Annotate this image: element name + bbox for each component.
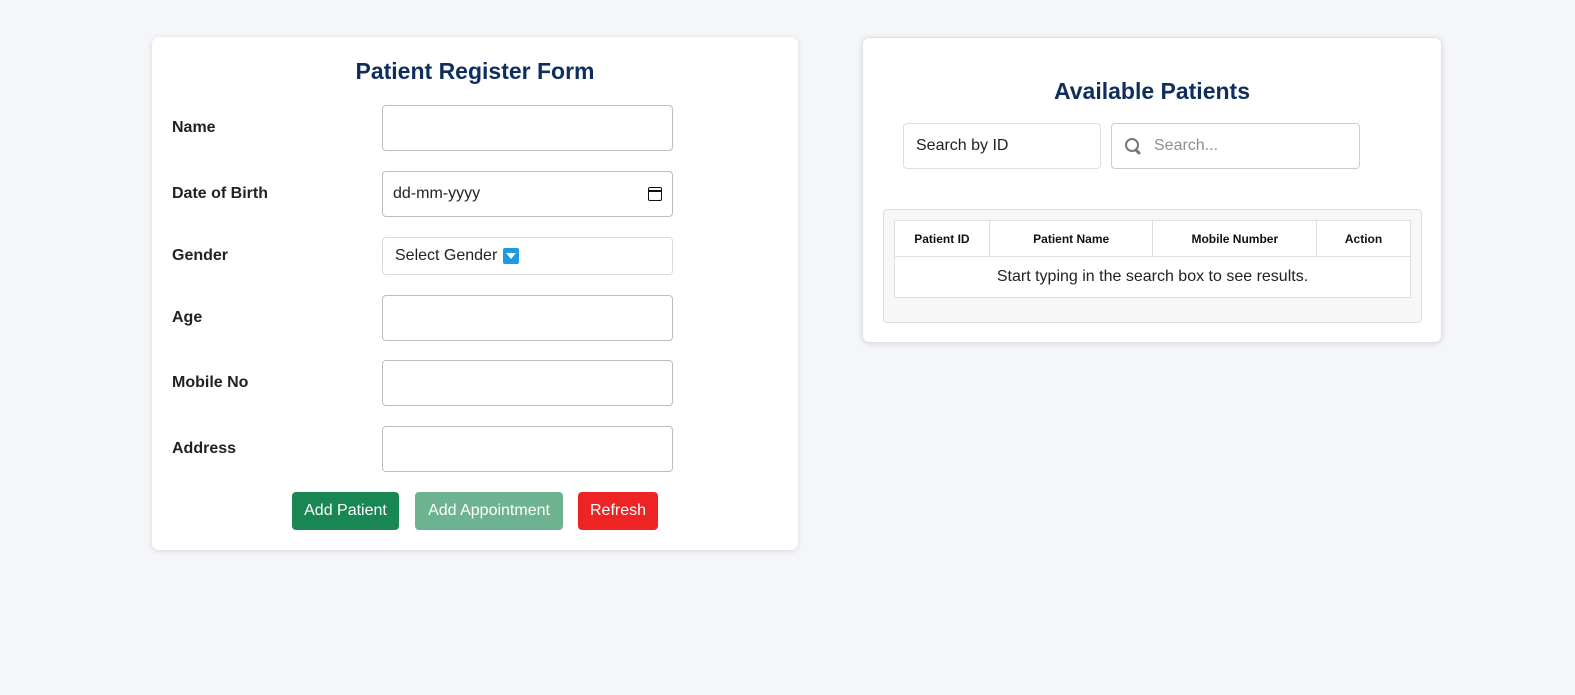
- table-row: Start typing in the search box to see re…: [894, 256, 1411, 298]
- name-row: Name: [152, 105, 798, 151]
- col-mobile-number: Mobile Number: [1152, 220, 1318, 257]
- dob-label: Date of Birth: [172, 185, 268, 202]
- col-action: Action: [1316, 220, 1411, 257]
- age-label: Age: [172, 309, 203, 326]
- patient-register-form: Patient Register Form Name Date of Birth…: [152, 37, 798, 550]
- add-appointment-button[interactable]: Add Appointment: [415, 492, 563, 530]
- dob-placeholder: dd-mm-yyyy: [393, 185, 481, 202]
- address-label: Address: [172, 440, 237, 457]
- refresh-button[interactable]: Refresh: [578, 492, 658, 530]
- address-row: Address: [152, 426, 798, 472]
- patients-title: Available Patients: [1053, 78, 1250, 104]
- patients-table: Patient ID Patient Name Mobile Number Ac…: [894, 220, 1411, 298]
- mobile-label: Mobile No: [172, 374, 249, 391]
- gender-row: Gender Select Gender: [152, 233, 798, 279]
- col-patient-name: Patient Name: [988, 220, 1154, 257]
- search-input[interactable]: Search...: [1111, 123, 1360, 169]
- table-header-row: Patient ID Patient Name Mobile Number Ac…: [894, 220, 1411, 257]
- available-patients-panel: Available Patients Search by ID Search..…: [862, 37, 1442, 343]
- name-input[interactable]: [382, 105, 673, 151]
- dob-input[interactable]: dd-mm-yyyy: [382, 171, 673, 217]
- empty-message: Start typing in the search box to see re…: [894, 256, 1411, 298]
- search-placeholder: Search...: [1154, 137, 1219, 154]
- gender-select[interactable]: Select Gender: [382, 237, 673, 275]
- search-by-select[interactable]: Search by ID: [903, 123, 1101, 169]
- dropdown-arrow-icon[interactable]: [503, 248, 520, 264]
- patients-table-container: Patient ID Patient Name Mobile Number Ac…: [883, 209, 1422, 323]
- search-icon: [1124, 137, 1142, 155]
- dob-row: Date of Birth dd-mm-yyyy: [152, 171, 798, 217]
- col-patient-id: Patient ID: [894, 220, 990, 257]
- age-input[interactable]: [382, 295, 673, 341]
- address-input[interactable]: [382, 426, 673, 472]
- add-patient-button[interactable]: Add Patient: [292, 492, 399, 530]
- mobile-row: Mobile No: [152, 360, 798, 406]
- name-label: Name: [172, 119, 216, 136]
- age-row: Age: [152, 295, 798, 341]
- form-title: Patient Register Form: [355, 58, 595, 84]
- calendar-icon[interactable]: [648, 187, 662, 201]
- gender-label: Gender: [172, 247, 229, 264]
- mobile-input[interactable]: [382, 360, 673, 406]
- gender-selected: Select Gender: [395, 247, 498, 264]
